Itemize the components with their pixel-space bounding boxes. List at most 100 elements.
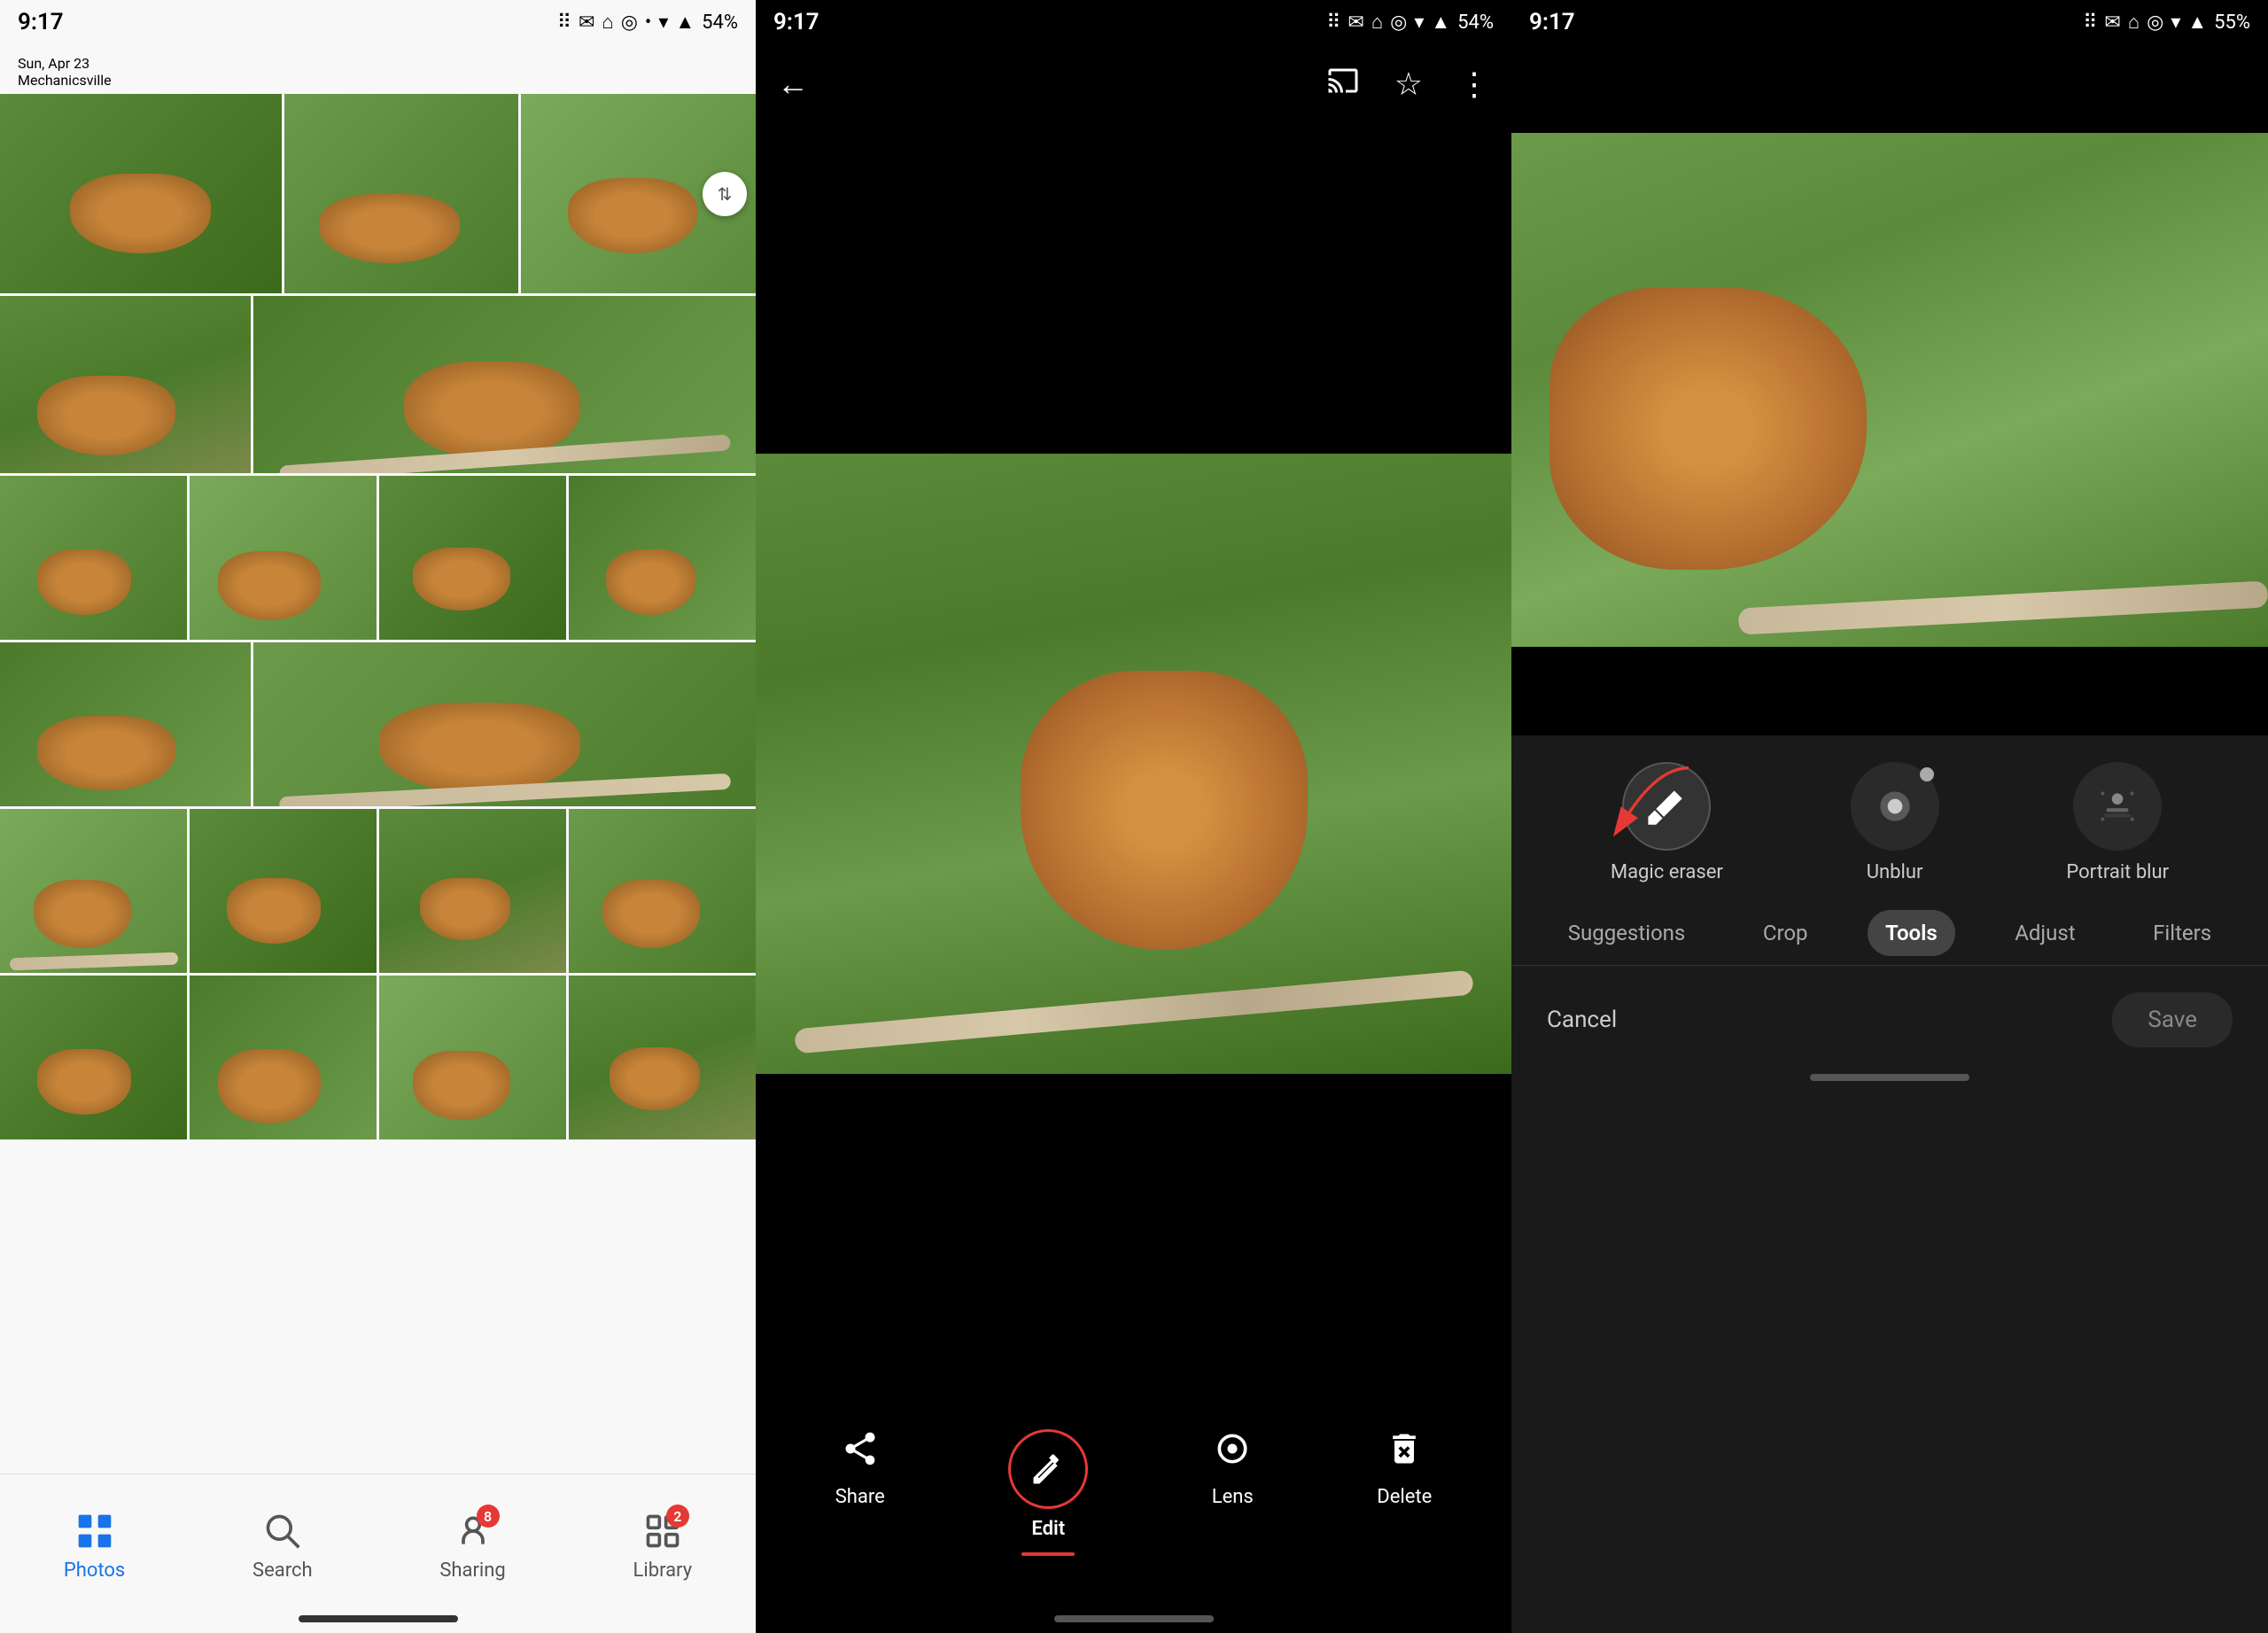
unblur-dot bbox=[1920, 767, 1934, 782]
status-bar-panel3: 9:17 ⠿ ✉ ⌂ ◎ ▾ ▲ 55% bbox=[1511, 0, 2268, 44]
home-icon-2: ⌂ bbox=[1371, 11, 1383, 34]
portrait-blur-tool[interactable]: Portrait blur bbox=[2066, 762, 2169, 883]
unblur-label: Unblur bbox=[1867, 861, 1923, 883]
nav-library[interactable]: 2 Library bbox=[633, 1508, 693, 1582]
lens-label: Lens bbox=[1212, 1486, 1254, 1508]
edit-underline bbox=[1021, 1552, 1075, 1556]
photo-thumb-6[interactable] bbox=[0, 476, 187, 640]
cancel-button[interactable]: Cancel bbox=[1547, 1007, 1617, 1033]
share-icon bbox=[841, 1429, 880, 1477]
mail-icon-3: ✉ bbox=[2104, 12, 2120, 34]
viewer-bottom-bar: Share Edit Lens bbox=[756, 1403, 1511, 1633]
photo-thumb-2[interactable] bbox=[284, 94, 519, 293]
photo-thumb-8[interactable] bbox=[379, 476, 566, 640]
battery-panel1: 54% bbox=[702, 12, 738, 34]
wifi-icon-2: ▾ bbox=[1414, 12, 1424, 34]
cast-button[interactable] bbox=[1327, 65, 1359, 105]
status-icons-panel1: ⠿ ✉ ⌂ ◎ • ▾ ▲ 54% bbox=[557, 11, 738, 34]
edit-label: Edit bbox=[1031, 1518, 1065, 1540]
tools-tabs: Suggestions Crop Tools Adjust Filters bbox=[1511, 901, 2268, 966]
tab-filters[interactable]: Filters bbox=[2135, 910, 2229, 956]
grid-icon-2: ⠿ bbox=[1326, 12, 1340, 34]
grid-icon: ⠿ bbox=[557, 12, 571, 34]
status-icons-panel3: ⠿ ✉ ⌂ ◎ ▾ ▲ 55% bbox=[2083, 11, 2250, 34]
editor-image-area[interactable] bbox=[1511, 44, 2268, 735]
grid-row-6 bbox=[0, 976, 756, 1139]
more-button[interactable]: ⋮ bbox=[1458, 66, 1490, 103]
grid-row-3 bbox=[0, 476, 756, 640]
tools-panel: Magic eraser Unblur bbox=[1511, 735, 2268, 1633]
status-icons-panel2: ⠿ ✉ ⌂ ◎ ▾ ▲ 54% bbox=[1326, 11, 1494, 34]
viewer-toolbar-right: ☆ ⋮ bbox=[1327, 65, 1490, 105]
time-panel1: 9:17 bbox=[18, 9, 64, 35]
edit-action[interactable]: Edit bbox=[1008, 1429, 1088, 1556]
nav-photos[interactable]: Photos bbox=[64, 1508, 125, 1582]
location-label: Mechanicsville bbox=[18, 72, 738, 89]
wifi-icon: ▾ bbox=[658, 12, 668, 34]
sharing-badge: 8 bbox=[477, 1505, 500, 1528]
photo-thumb-13[interactable] bbox=[190, 809, 377, 973]
photo-thumb-17[interactable] bbox=[190, 976, 377, 1139]
tools-icons-row: Magic eraser Unblur bbox=[1511, 735, 2268, 901]
date-label: Sun, Apr 23 bbox=[18, 55, 738, 72]
nav-search[interactable]: Search bbox=[252, 1508, 313, 1582]
photo-thumb-4[interactable] bbox=[0, 296, 251, 473]
bottom-nav: Photos Search 8 Sharing bbox=[0, 1474, 756, 1633]
photo-thumb-19[interactable] bbox=[569, 976, 756, 1139]
photos-label: Photos bbox=[64, 1559, 125, 1582]
time-panel2: 9:17 bbox=[773, 9, 819, 35]
photo-thumb-18[interactable] bbox=[379, 976, 566, 1139]
dog-in-photo bbox=[1021, 671, 1308, 950]
viewer-actions: Share Edit Lens bbox=[756, 1403, 1511, 1574]
battery-panel3: 55% bbox=[2214, 12, 2250, 34]
favorite-button[interactable]: ☆ bbox=[1394, 66, 1423, 103]
viewer-image-area[interactable] bbox=[756, 124, 1511, 1403]
unblur-tool[interactable]: Unblur bbox=[1851, 762, 1939, 883]
photo-thumb-14[interactable] bbox=[379, 809, 566, 973]
delete-action[interactable]: Delete bbox=[1377, 1429, 1432, 1556]
tab-suggestions[interactable]: Suggestions bbox=[1550, 910, 1704, 956]
dog-editor bbox=[1550, 287, 1868, 570]
tab-crop[interactable]: Crop bbox=[1745, 910, 1826, 956]
main-photo bbox=[756, 454, 1511, 1074]
photo-thumb-9[interactable] bbox=[569, 476, 756, 640]
tab-tools[interactable]: Tools bbox=[1868, 910, 1955, 956]
photo-thumb-1[interactable] bbox=[0, 94, 282, 293]
location-icon-3: ◎ bbox=[2147, 12, 2163, 34]
photo-grid: ⇅ bbox=[0, 94, 756, 1474]
photo-thumb-7[interactable] bbox=[190, 476, 377, 640]
portrait-blur-icon bbox=[2073, 762, 2162, 851]
photo-thumb-15[interactable] bbox=[569, 809, 756, 973]
photo-thumb-11[interactable] bbox=[253, 642, 756, 806]
library-icon: 2 bbox=[640, 1508, 686, 1554]
share-action[interactable]: Share bbox=[835, 1429, 885, 1556]
nav-sharing[interactable]: 8 Sharing bbox=[439, 1508, 505, 1582]
magic-eraser-tool[interactable]: Magic eraser bbox=[1611, 762, 1723, 883]
home-icon: ⌂ bbox=[602, 11, 613, 34]
grid-row-2 bbox=[0, 296, 756, 473]
wifi-icon-3: ▾ bbox=[2171, 12, 2180, 34]
signal-icon: ▲ bbox=[675, 11, 695, 34]
lens-action[interactable]: Lens bbox=[1212, 1429, 1254, 1556]
signal-icon-3: ▲ bbox=[2187, 11, 2207, 34]
photo-thumb-12[interactable] bbox=[0, 809, 187, 973]
photo-thumb-10[interactable] bbox=[0, 642, 251, 806]
portrait-blur-label: Portrait blur bbox=[2066, 861, 2169, 883]
photo-thumb-5[interactable] bbox=[253, 296, 756, 473]
home-indicator-2 bbox=[1054, 1615, 1214, 1622]
tab-adjust[interactable]: Adjust bbox=[1997, 910, 2093, 956]
share-label: Share bbox=[835, 1486, 885, 1508]
time-panel3: 9:17 bbox=[1529, 9, 1575, 35]
photo-thumb-16[interactable] bbox=[0, 976, 187, 1139]
save-button[interactable]: Save bbox=[2112, 992, 2233, 1047]
back-button[interactable]: ← bbox=[777, 66, 809, 103]
signal-icon-2: ▲ bbox=[1431, 11, 1450, 34]
library-badge: 2 bbox=[666, 1505, 689, 1528]
photos-panel: 9:17 ⠿ ✉ ⌂ ◎ • ▾ ▲ 54% Sun, Apr 23 Mecha… bbox=[0, 0, 756, 1633]
grid-row-5 bbox=[0, 809, 756, 973]
stick-editor bbox=[1738, 580, 2268, 634]
stick-in-photo bbox=[794, 969, 1473, 1054]
search-label: Search bbox=[252, 1559, 313, 1582]
photos-icon bbox=[72, 1508, 118, 1554]
scroll-indicator[interactable]: ⇅ bbox=[703, 172, 747, 216]
